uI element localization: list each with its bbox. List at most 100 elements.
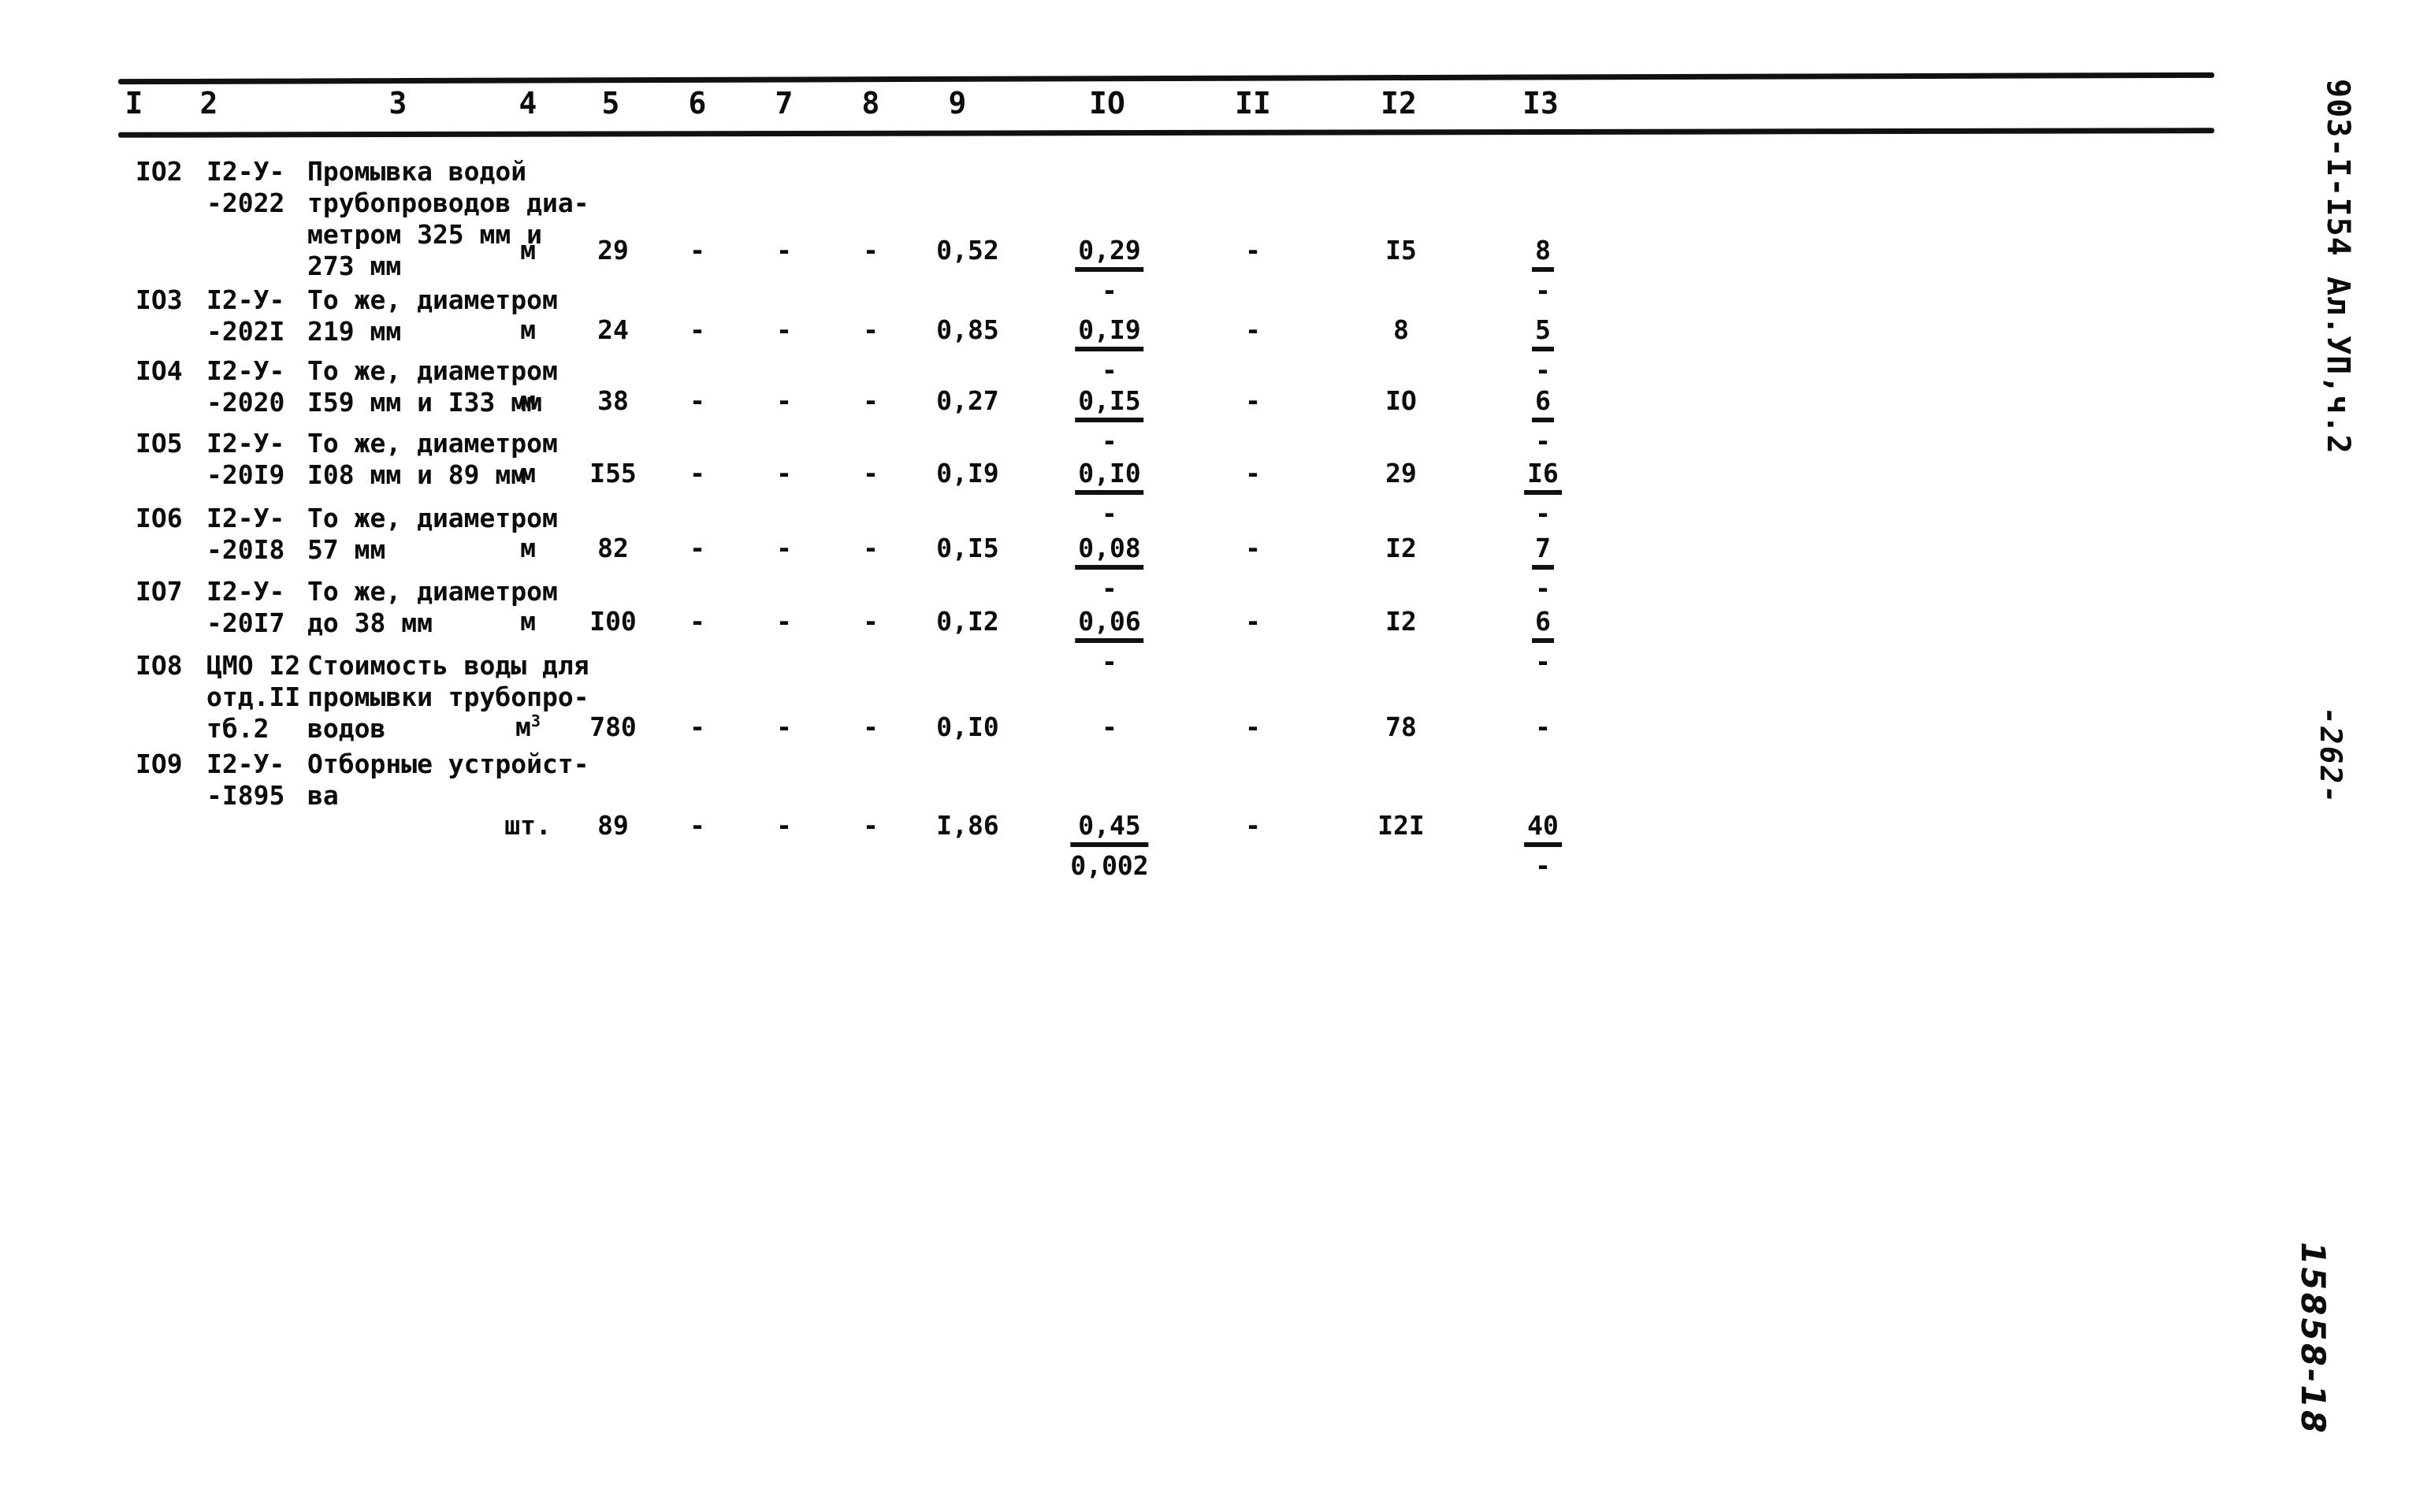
row-col8-cell: - [863, 385, 879, 416]
column-header-8: 8 [861, 86, 880, 121]
row-col11-cell: - [1245, 711, 1261, 742]
row-code-cell: I2-У- -20I9 [206, 428, 285, 490]
row-col8-cell: - [863, 810, 879, 841]
row-number-cell: IO9 [136, 749, 183, 779]
row-col11-cell: - [1245, 235, 1261, 266]
row-col10-cell-numerator: 0,06 [1075, 606, 1144, 643]
column-header-13: I3 [1522, 86, 1559, 121]
table-row: IO3 I2-У- -202I То же, диаметром 219 мм м 24… [118, 284, 2214, 385]
table-column-header-row: I 2 3 4 5 6 7 8 9 IO II I2 I3 [118, 81, 2214, 130]
page-number-margin: -262- [2314, 704, 2348, 808]
row-col13-cell-numerator: 40 [1524, 810, 1562, 847]
row-col6-cell: - [689, 458, 705, 489]
row-col10-cell-numerator: 0,I0 [1075, 458, 1144, 495]
row-col10-cell: 0,45 0,002 [1070, 810, 1149, 882]
row-col8-cell: - [863, 711, 879, 742]
row-col13-cell: - [1532, 711, 1554, 747]
document-code-margin: 903-I-I54 Ал.УП,ч.2 [2320, 79, 2356, 455]
row-name-cell: Стоимость воды для промывки трубопро- во… [307, 650, 589, 744]
row-col9-cell: 0,I0 [936, 711, 999, 742]
column-header-2: 2 [199, 86, 218, 121]
row-number-cell: IO7 [136, 576, 183, 607]
row-col11-cell: - [1245, 385, 1261, 416]
row-col12-cell: 8 [1393, 314, 1409, 345]
row-col9-cell: 0,27 [936, 385, 999, 416]
row-col7-cell: - [776, 235, 792, 266]
row-col12-cell: I2 [1385, 533, 1417, 563]
document-page: I 2 3 4 5 6 7 8 9 IO II I2 I3 IO2 I2-У- -2022 Промывка… [0, 0, 2416, 1512]
row-col13-cell-numerator: - [1535, 711, 1551, 742]
row-number-cell: IO4 [136, 355, 183, 386]
row-col12-cell: I2 [1385, 606, 1417, 637]
column-header-1: I [125, 86, 143, 121]
table-body: IO2 I2-У- -2022 Промывка водой трубопровод… [118, 156, 2214, 881]
column-header-3: 3 [388, 86, 407, 121]
row-col13-cell-denominator: - [1535, 850, 1551, 881]
row-col10-cell-numerator: 0,I9 [1075, 314, 1144, 351]
row-quantity-cell: 82 [597, 533, 629, 563]
column-header-4: 4 [519, 86, 537, 121]
row-unit-cell: м [520, 314, 536, 345]
row-col7-cell: - [776, 810, 792, 841]
row-col7-cell: - [776, 606, 792, 637]
row-col13-cell-denominator [1532, 744, 1554, 747]
row-col12-cell: 78 [1385, 711, 1417, 742]
row-code-cell: ЦМО I2 отд.II тб.2 [206, 650, 301, 744]
row-col12-cell: I2I [1377, 810, 1425, 841]
row-col7-cell: - [776, 711, 792, 742]
row-col9-cell: 0,I5 [936, 533, 999, 563]
row-name-cell: Промывка водой трубопроводов диа- метром… [307, 156, 589, 281]
row-code-cell: I2-У- -20I7 [206, 576, 285, 638]
column-header-5: 5 [601, 86, 620, 121]
row-col8-cell: - [863, 458, 879, 489]
row-code-cell: I2-У- -2020 [206, 355, 285, 418]
row-col8-cell: - [863, 235, 879, 266]
row-col6-cell: - [689, 235, 705, 266]
row-col13-cell-numerator: 6 [1532, 606, 1554, 643]
row-code-cell: I2-У- -I895 [206, 749, 285, 811]
table-row: IO8 ЦМО I2 отд.II тб.2 Стоимость воды для … [118, 650, 2214, 749]
row-col13-cell-numerator: I6 [1524, 458, 1562, 495]
row-col6-cell: - [689, 711, 705, 742]
row-quantity-cell: 29 [597, 235, 629, 266]
row-col13-cell-numerator: 8 [1532, 235, 1554, 272]
column-header-12: I2 [1381, 86, 1417, 121]
row-col10-cell-numerator: 0,45 [1070, 810, 1149, 847]
row-col6-cell: - [689, 314, 705, 345]
row-col13-cell-numerator: 5 [1532, 314, 1554, 351]
row-name-cell: Отборные устройст- ва [307, 749, 589, 811]
row-col9-cell: I,86 [936, 810, 999, 841]
row-col8-cell: - [863, 606, 879, 637]
table-row: IO6 I2-У- -20I8 То же, диаметром 57 мм м 82-… [118, 503, 2214, 604]
row-col12-cell: 29 [1385, 458, 1417, 489]
row-col10-cell-denominator [1098, 744, 1121, 747]
row-col13-cell-numerator: 7 [1532, 533, 1554, 570]
row-col9-cell: 0,85 [936, 314, 999, 345]
row-quantity-cell: 38 [597, 385, 629, 416]
table-row: IO5 I2-У- -20I9 То же, диаметром I08 мм и … [118, 428, 2214, 529]
row-col11-cell: - [1245, 458, 1261, 489]
row-number-cell: IO2 [136, 156, 183, 187]
row-col10-cell-numerator: 0,29 [1075, 235, 1144, 272]
row-col11-cell: - [1245, 533, 1261, 563]
table-row: IO4 I2-У- -2020 То же, диаметром I59 мм и … [118, 355, 2214, 456]
cost-estimate-table: I 2 3 4 5 6 7 8 9 IO II I2 I3 IO2 I2-У- -2022 Промывка… [117, 72, 2215, 881]
row-number-cell: IO8 [136, 650, 183, 681]
row-col13-cell: 40- [1524, 810, 1562, 882]
row-col8-cell: - [863, 533, 879, 563]
row-quantity-cell: I55 [589, 458, 637, 489]
column-header-6: 6 [688, 86, 707, 121]
row-unit-cell: м3 [515, 711, 541, 742]
table-row: IO9 I2-У- -I895 Отборные устройст- ва шт. 89… [118, 749, 2214, 881]
row-col11-cell: - [1245, 606, 1261, 637]
row-quantity-cell: I00 [589, 606, 637, 637]
row-unit-cell: м [520, 533, 536, 563]
row-col10-cell-numerator: 0,08 [1075, 533, 1144, 570]
row-col9-cell: 0,I2 [936, 606, 999, 637]
row-number-cell: IO6 [136, 503, 183, 533]
row-col7-cell: - [776, 533, 792, 563]
row-col10-cell: - [1098, 711, 1121, 747]
row-col6-cell: - [689, 533, 705, 563]
row-quantity-cell: 24 [597, 314, 629, 345]
archive-stamp-margin: 15858-18 [2294, 1238, 2332, 1439]
